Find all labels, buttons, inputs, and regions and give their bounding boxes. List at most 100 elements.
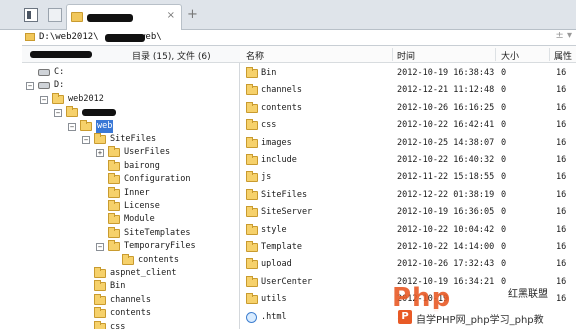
file-row[interactable]: include 2012-10-22 16:40:32 0 16 [240, 152, 576, 169]
tab-close-icon[interactable]: × [167, 10, 175, 21]
file-row[interactable]: style 2012-10-22 10:04:42 0 16 [240, 222, 576, 239]
collapse-icon[interactable]: − [26, 82, 34, 91]
file-name: UserCenter [261, 276, 313, 287]
folder-icon [246, 67, 258, 78]
collapse-icon[interactable]: − [68, 122, 76, 131]
file-row[interactable]: channels 2012-12-21 11:12:48 0 16 [240, 82, 576, 99]
tree-item-label: UserFiles [124, 147, 171, 158]
tree-item[interactable]: Module [22, 213, 240, 226]
folder-icon [108, 240, 120, 252]
active-tab[interactable]: × [66, 4, 182, 30]
file-name: images [261, 137, 292, 148]
address-dropdown-icon[interactable]: ± ▾ [555, 30, 572, 41]
file-row[interactable]: Template 2012-10-22 14:14:00 0 16 [240, 239, 576, 256]
file-size: 0 [501, 242, 507, 252]
file-attr: 16 [556, 207, 567, 218]
tree-item[interactable]: − web [22, 119, 240, 133]
tree-item-label: aspnet_client [110, 268, 177, 278]
file-row[interactable]: Bin 2012-10-19 16:38:43 0 16 [240, 65, 576, 82]
file-row[interactable]: images 2012-10-25 14:38:07 0 16 [240, 135, 576, 152]
address-bar[interactable]: D:\web2012\ web\ ± ▾ [22, 30, 576, 46]
panel-toggle-icon[interactable] [24, 8, 38, 22]
dir-file-counts: 目录 (15), 文件 (6) [132, 52, 211, 62]
tree-item[interactable]: SiteTemplates [22, 226, 240, 240]
watermark-site-name: 红黑联盟 [508, 289, 548, 300]
col-name[interactable]: 名称 [246, 49, 264, 62]
tree-item-label: SiteTemplates [124, 227, 191, 238]
tree-item[interactable]: aspnet_client [22, 267, 240, 280]
collapse-icon[interactable]: − [54, 109, 62, 118]
tree-item[interactable]: License [22, 200, 240, 213]
file-attr: 16 [556, 85, 567, 96]
folder-icon [66, 106, 78, 118]
collapse-icon[interactable]: − [96, 243, 104, 252]
file-name: css [261, 120, 277, 131]
new-tab-button[interactable]: + [187, 8, 198, 21]
file-row[interactable]: js 2012-11-22 15:18:55 0 16 [240, 169, 576, 186]
folder-icon [246, 206, 258, 218]
address-path-suffix: web\ [140, 32, 162, 42]
tree-item[interactable]: − D: [22, 79, 240, 92]
tree-item[interactable]: − web2012 [22, 92, 240, 106]
expand-icon[interactable]: + [96, 149, 104, 158]
folder-icon [246, 119, 258, 131]
file-time: 2012-10-22 16:42:41 [397, 120, 495, 131]
tree-item-label: web2012 [68, 93, 104, 104]
tree-item[interactable]: Configuration [22, 173, 240, 186]
file-name: js [261, 172, 272, 183]
tree-item-label: License [124, 201, 160, 211]
folder-icon [246, 101, 258, 113]
tree-item[interactable]: bairong [22, 159, 240, 173]
file-time: 2012-10-19 16:36:05 [397, 207, 495, 218]
tree-item[interactable]: − [22, 106, 240, 119]
tree-item[interactable]: Inner [22, 186, 240, 200]
folder-icon [52, 92, 64, 104]
blank-tab-icon[interactable] [48, 8, 62, 22]
redacted-path-segment [105, 34, 145, 42]
file-row[interactable]: SiteFiles 2012-12-22 01:38:19 0 16 [240, 187, 576, 204]
tree-item[interactable]: Bin [22, 280, 240, 293]
file-row[interactable]: contents 2012-10-26 16:16:25 0 16 [240, 100, 576, 117]
drive-icon [38, 69, 50, 76]
file-name: upload [261, 259, 292, 270]
watermark: Php 红黑联盟 P 自学PHP网_php学习_php教 [392, 283, 576, 329]
file-name: SiteServer [261, 207, 313, 218]
file-row[interactable]: SiteServer 2012-10-19 16:36:05 0 16 [240, 204, 576, 221]
col-time[interactable]: 时间 [397, 49, 415, 62]
collapse-icon[interactable]: − [82, 136, 90, 144]
file-attr: 16 [556, 102, 567, 113]
tree-item-label: bairong [124, 160, 160, 171]
folder-icon [25, 33, 35, 41]
file-time: 2012-12-21 11:12:48 [397, 85, 495, 96]
file-row[interactable]: upload 2012-10-26 17:32:43 0 16 [240, 256, 576, 273]
folder-icon [108, 186, 120, 198]
file-row[interactable]: css 2012-10-22 16:42:41 0 16 [240, 117, 576, 134]
tree-item[interactable]: channels [22, 293, 240, 307]
folder-icon [246, 188, 258, 200]
tree-item[interactable]: − TemporaryFiles [22, 240, 240, 253]
file-time: 2012-10-22 14:14:00 [397, 242, 495, 252]
tree-item-label: C: [54, 67, 65, 77]
file-time: 2012-10-19 16:38:43 [397, 68, 495, 78]
tree-item-label: contents [138, 254, 179, 265]
redacted-label [82, 109, 116, 117]
tree-item[interactable]: css [22, 320, 240, 329]
file-attr: 16 [556, 68, 567, 78]
tree-item[interactable]: + UserFiles [22, 146, 240, 159]
column-divider [549, 48, 550, 61]
file-attr: 16 [556, 172, 567, 183]
tree-item[interactable]: C: [22, 66, 240, 79]
tree-item[interactable]: − SiteFiles [22, 133, 240, 146]
tree-item[interactable]: contents [22, 253, 240, 267]
folder-icon [80, 119, 92, 131]
file-name: .html [261, 311, 287, 322]
watermark-banner: P 自学PHP网_php学习_php教 [394, 309, 576, 327]
collapse-icon[interactable]: − [40, 95, 48, 104]
file-attr: 16 [556, 189, 567, 200]
file-time: 2012-10-22 16:40:32 [397, 155, 495, 165]
file-size: 0 [501, 224, 507, 235]
file-time: 2012-10-22 10:04:42 [397, 224, 495, 235]
tree-item[interactable]: contents [22, 307, 240, 320]
col-attr[interactable]: 属性 [554, 49, 572, 62]
col-size[interactable]: 大小 [501, 49, 519, 62]
